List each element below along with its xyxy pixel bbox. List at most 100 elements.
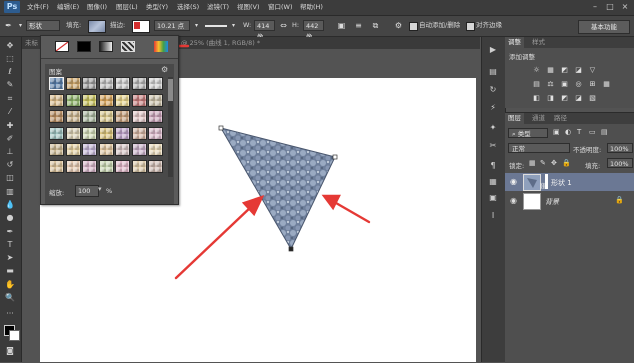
pattern-swatch[interactable]: [131, 143, 147, 156]
layer-row-background[interactable]: ◉ 背景 🔒: [505, 192, 634, 210]
pattern-swatch[interactable]: [98, 110, 114, 123]
pattern-swatch[interactable]: [82, 159, 97, 173]
character-panel-icon[interactable]: ⚡: [487, 103, 499, 113]
pattern-swatch[interactable]: [49, 77, 64, 90]
pattern-swatch[interactable]: [148, 159, 163, 173]
exposure-icon[interactable]: ◪: [573, 66, 584, 75]
brush-panel-icon[interactable]: ✦: [487, 123, 499, 133]
pattern-swatch[interactable]: [131, 77, 147, 90]
black-white-icon[interactable]: ▣: [559, 80, 570, 89]
pattern-swatch[interactable]: [98, 126, 114, 140]
pattern-swatch[interactable]: [131, 126, 147, 140]
pattern-swatch[interactable]: [49, 93, 64, 107]
opacity-input[interactable]: 100%: [607, 143, 633, 153]
color-lookup-icon[interactable]: ▦: [601, 80, 612, 89]
pattern-swatch[interactable]: [115, 143, 130, 156]
anchor-point[interactable]: [218, 125, 224, 131]
eye-icon[interactable]: ◉: [510, 177, 517, 186]
gradient-button[interactable]: [99, 41, 113, 52]
tab-adjustments[interactable]: 调整: [505, 37, 524, 48]
filter-smart-icon[interactable]: ▤: [601, 128, 608, 136]
pattern-swatch[interactable]: [131, 110, 147, 123]
gradient-map-icon[interactable]: ◪: [573, 94, 584, 103]
blend-mode-select[interactable]: 正常: [508, 143, 570, 153]
pattern-swatch[interactable]: [49, 126, 64, 140]
hue-saturation-icon[interactable]: ▤: [531, 80, 542, 89]
pattern-swatch[interactable]: [148, 126, 163, 140]
photo-filter-icon[interactable]: ◎: [573, 80, 584, 89]
pattern-swatch[interactable]: [82, 126, 97, 140]
filter-pixel-icon[interactable]: ▣: [553, 128, 560, 136]
pattern-swatch[interactable]: [65, 77, 81, 90]
tab-channels[interactable]: 通道: [529, 113, 548, 124]
filter-adjust-icon[interactable]: ◐: [565, 128, 571, 136]
color-balance-icon[interactable]: ⚖: [545, 80, 556, 89]
layer-row-shape[interactable]: ◉ ⛓ 形状 1: [505, 173, 634, 191]
pattern-swatch[interactable]: [49, 159, 64, 173]
history-panel-icon[interactable]: ↻: [487, 85, 499, 95]
pattern-swatch[interactable]: [148, 77, 163, 90]
swatches-panel-icon[interactable]: ▦: [487, 177, 499, 187]
levels-icon[interactable]: ▦: [545, 66, 556, 75]
clone-source-icon[interactable]: ✂: [487, 141, 499, 151]
anchor-point[interactable]: [332, 154, 338, 160]
pattern-swatch[interactable]: [131, 159, 147, 173]
pattern-swatch[interactable]: [148, 93, 163, 107]
pattern-swatch[interactable]: [98, 77, 114, 90]
pattern-swatch[interactable]: [148, 143, 163, 156]
pattern-button[interactable]: [121, 41, 135, 52]
filter-type-icon[interactable]: T: [577, 128, 581, 136]
no-fill-button[interactable]: [55, 41, 69, 52]
pattern-swatch[interactable]: [65, 159, 81, 173]
chevron-down-icon[interactable]: ▾: [98, 185, 102, 193]
pattern-scrollbar[interactable]: [168, 77, 173, 177]
layer-kind-filter[interactable]: ⌕ 类型: [508, 128, 548, 138]
paragraph-panel-icon[interactable]: ¶: [487, 161, 499, 171]
info-panel-icon[interactable]: ▤: [487, 67, 499, 77]
lock-all-icon[interactable]: 🔒: [562, 159, 571, 167]
gear-icon[interactable]: ⚙: [161, 65, 168, 74]
pattern-swatch[interactable]: [82, 143, 97, 156]
brightness-icon[interactable]: ☼: [531, 66, 542, 75]
vibrance-icon[interactable]: ▽: [587, 66, 598, 75]
pattern-swatch[interactable]: [115, 93, 130, 107]
pattern-swatch[interactable]: [131, 93, 147, 107]
fill-input[interactable]: 100%: [607, 158, 633, 168]
pattern-swatch[interactable]: [115, 159, 130, 173]
adjust-panel-icon[interactable]: ▣: [487, 193, 499, 203]
tab-layers[interactable]: 图层: [505, 113, 524, 124]
pattern-swatch[interactable]: [115, 126, 130, 140]
pattern-swatch[interactable]: [98, 143, 114, 156]
pattern-swatch[interactable]: [82, 93, 97, 107]
filter-shape-icon[interactable]: ▭: [589, 128, 596, 136]
channel-mixer-icon[interactable]: ⊞: [587, 80, 598, 89]
lock-transparency-icon[interactable]: ▦: [529, 159, 536, 167]
solid-color-button[interactable]: [77, 41, 91, 52]
layer-name-shape[interactable]: 形状 1: [551, 178, 572, 188]
pattern-swatch[interactable]: [82, 110, 97, 123]
pattern-swatch[interactable]: [98, 93, 114, 107]
triangle-shape[interactable]: [219, 127, 336, 251]
invert-icon[interactable]: ◧: [531, 94, 542, 103]
scale-input[interactable]: 100: [75, 185, 99, 197]
pattern-swatch[interactable]: [65, 93, 81, 107]
pattern-swatch[interactable]: [115, 110, 130, 123]
pattern-swatch[interactable]: [98, 159, 114, 173]
layer-name-background[interactable]: 背景: [545, 197, 559, 207]
lock-move-icon[interactable]: ✥: [551, 159, 557, 167]
curves-icon[interactable]: ◩: [559, 66, 570, 75]
tab-paths[interactable]: 路径: [551, 113, 570, 124]
threshold-icon[interactable]: ◩: [559, 94, 570, 103]
posterize-icon[interactable]: ◨: [545, 94, 556, 103]
tab-styles[interactable]: 样式: [529, 37, 548, 48]
play-icon[interactable]: ▶: [487, 45, 499, 55]
eye-icon[interactable]: ◉: [510, 196, 517, 205]
pattern-swatch[interactable]: [49, 110, 64, 123]
anchor-point[interactable]: [288, 246, 294, 252]
pattern-swatch[interactable]: [115, 77, 130, 90]
pattern-swatch[interactable]: [49, 143, 64, 156]
pattern-swatch[interactable]: [82, 77, 97, 90]
pattern-swatch[interactable]: [148, 110, 163, 123]
pattern-swatch[interactable]: [65, 143, 81, 156]
pattern-swatch[interactable]: [65, 110, 81, 123]
